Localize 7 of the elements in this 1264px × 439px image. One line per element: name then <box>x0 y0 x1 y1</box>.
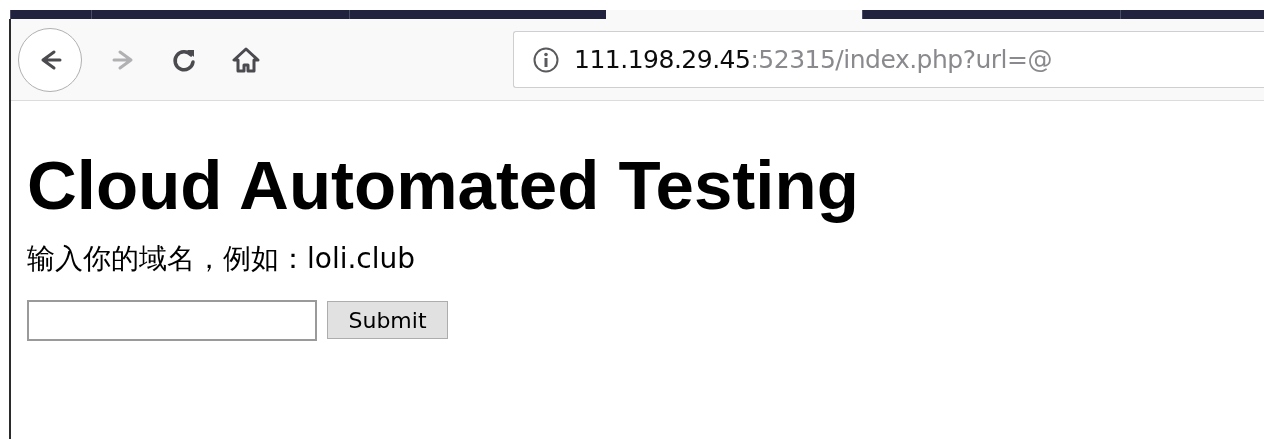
info-icon[interactable] <box>532 45 560 74</box>
page-heading: Cloud Automated Testing <box>27 146 860 226</box>
url-text: 111.198.29.45:52315/index.php?url=@ <box>574 45 1052 74</box>
address-bar[interactable]: 111.198.29.45:52315/index.php?url=@ <box>513 31 1264 88</box>
domain-prompt: 输入你的域名，例如：loli.club <box>27 240 417 277</box>
domain-input-field[interactable] <box>27 299 317 341</box>
submit-button[interactable]: Submit <box>327 301 448 340</box>
